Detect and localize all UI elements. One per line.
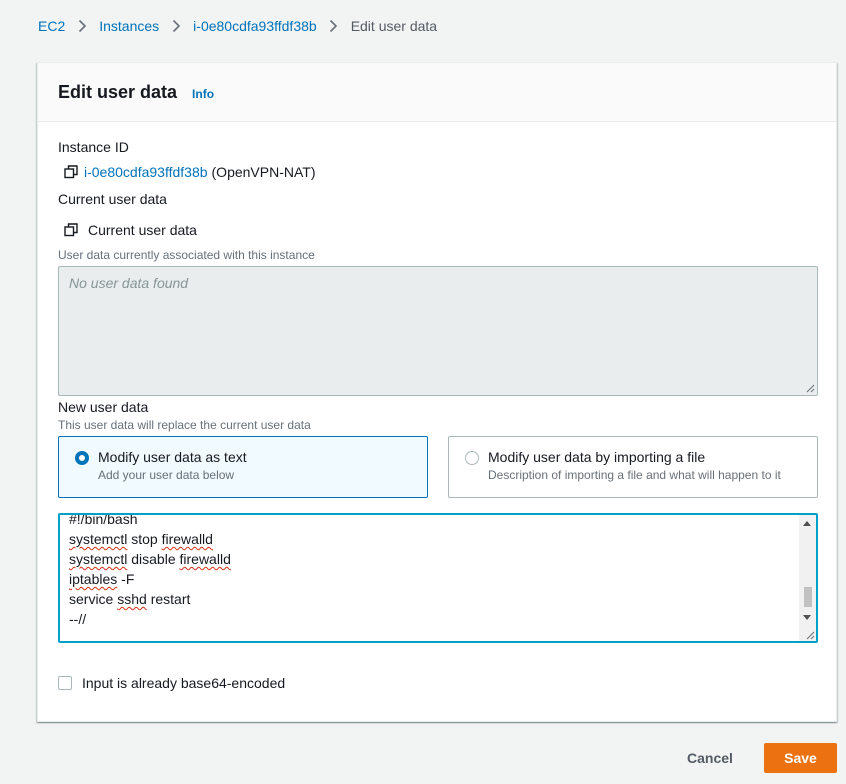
- option-description: Description of importing a file and what…: [488, 468, 781, 482]
- panel-header: Edit user data Info: [38, 63, 836, 122]
- instance-name: (OpenVPN-NAT): [211, 164, 316, 180]
- instance-id-label: Instance ID: [58, 139, 129, 155]
- option-import-file[interactable]: Modify user data by importing a file Des…: [448, 436, 818, 498]
- textarea-scrollbar[interactable]: [799, 515, 816, 641]
- base64-checkbox-row[interactable]: Input is already base64-encoded: [58, 675, 285, 691]
- chevron-right-icon: [317, 19, 351, 33]
- copy-current-user-data-label: Current user data: [88, 222, 197, 238]
- option-title: Modify user data as text: [98, 449, 247, 465]
- copy-icon: [64, 223, 78, 237]
- user-data-content: #!/bin/bash systemctl stop firewalld sys…: [69, 513, 231, 629]
- instance-id-link[interactable]: i-0e80cdfa93ffdf38b: [84, 164, 208, 180]
- breadcrumb-instance-id[interactable]: i-0e80cdfa93ffdf38b: [193, 18, 317, 34]
- cancel-button[interactable]: Cancel: [674, 743, 746, 773]
- chevron-right-icon: [159, 19, 193, 33]
- chevron-right-icon: [65, 19, 99, 33]
- code-line: iptables -F: [69, 571, 135, 587]
- scroll-up-icon[interactable]: [803, 521, 811, 526]
- option-description: Add your user data below: [98, 468, 235, 482]
- info-link[interactable]: Info: [192, 87, 214, 101]
- current-user-data-placeholder: No user data found: [69, 275, 189, 291]
- code-line: #!/bin/bash: [69, 513, 138, 527]
- user-data-textarea[interactable]: #!/bin/bash systemctl stop firewalld sys…: [58, 513, 818, 643]
- breadcrumb-current: Edit user data: [350, 18, 438, 34]
- option-modify-as-text[interactable]: Modify user data as text Add your user d…: [58, 436, 428, 498]
- copy-current-user-data[interactable]: Current user data: [64, 222, 197, 238]
- page-title: Edit user data: [58, 81, 178, 102]
- radio-selected[interactable]: [75, 451, 89, 465]
- code-line: systemctl stop firewalld: [69, 531, 213, 547]
- resize-grip-icon[interactable]: [805, 630, 815, 640]
- current-user-data-description: User data currently associated with this…: [58, 248, 315, 262]
- breadcrumb-ec2[interactable]: EC2: [38, 18, 65, 34]
- code-line: service sshd restart: [69, 591, 191, 607]
- code-line: --//: [69, 611, 87, 627]
- save-button[interactable]: Save: [764, 743, 837, 773]
- copy-icon[interactable]: [64, 165, 78, 179]
- scroll-thumb[interactable]: [804, 587, 812, 607]
- base64-checkbox-label: Input is already base64-encoded: [82, 675, 286, 691]
- radio-unselected[interactable]: [465, 451, 479, 465]
- new-user-data-label: New user data: [58, 399, 149, 415]
- option-title: Modify user data by importing a file: [488, 449, 706, 465]
- edit-user-data-panel: Edit user data Info Instance ID i-0e80cd…: [37, 62, 837, 722]
- current-user-data-textarea: No user data found: [58, 266, 818, 396]
- breadcrumb-instances[interactable]: Instances: [99, 18, 159, 34]
- code-line: systemctl disable firewalld: [69, 551, 231, 567]
- breadcrumb: EC2 Instances i-0e80cdfa93ffdf38b Edit u…: [38, 16, 437, 36]
- new-user-data-description: This user data will replace the current …: [58, 418, 311, 432]
- base64-checkbox[interactable]: [58, 676, 72, 690]
- scroll-down-icon[interactable]: [803, 615, 811, 620]
- instance-id-row: i-0e80cdfa93ffdf38b (OpenVPN-NAT): [64, 164, 316, 180]
- current-user-data-label: Current user data: [58, 191, 167, 207]
- resize-grip-icon[interactable]: [805, 383, 815, 393]
